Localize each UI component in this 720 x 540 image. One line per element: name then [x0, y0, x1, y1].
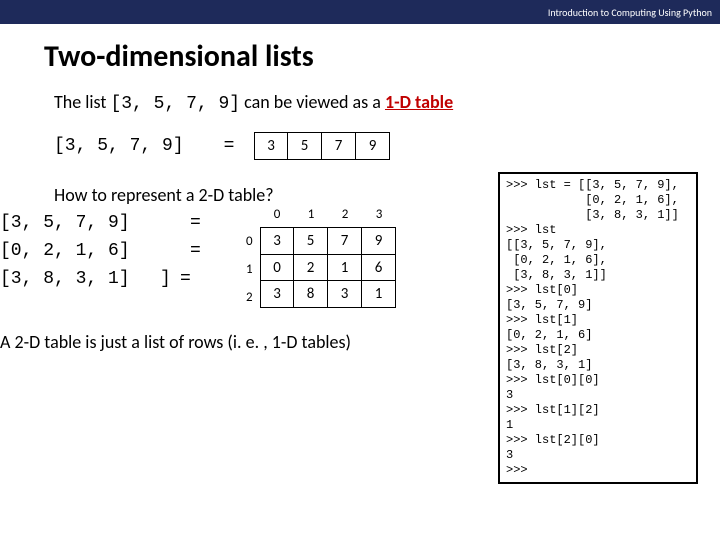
grid-row: 0 2 1 6	[260, 254, 396, 282]
top-bar: Introduction to Computing Using Python	[0, 0, 720, 24]
oned-cells: 3 5 7 9	[254, 132, 390, 160]
oned-eq: =	[204, 136, 254, 156]
oned-row: [3, 5, 7, 9] = 3 5 7 9	[54, 132, 720, 160]
cell: 3	[260, 280, 294, 308]
intro-line: The list [3, 5, 7, 9] can be viewed as a…	[54, 91, 720, 114]
cell: 7	[322, 132, 356, 160]
row-indices: 0 1 2	[246, 227, 253, 311]
cell: 1	[362, 280, 396, 308]
cell: 1	[328, 254, 362, 282]
cell: 6	[362, 254, 396, 282]
row-idx: 2	[246, 283, 253, 311]
row-code: [3, 8, 3, 1]	[0, 269, 130, 289]
eq: =	[180, 265, 191, 293]
footer-line: A 2-D table is just a list of rows (i. e…	[0, 331, 351, 353]
cell: 9	[356, 132, 390, 160]
row-code: [0, 2, 1, 6]	[0, 241, 130, 261]
repl-box: >>> lst = [[3, 5, 7, 9], [0, 2, 1, 6], […	[498, 172, 698, 484]
grid: 3 5 7 9 0 2 1 6 3 8 3 1	[260, 227, 396, 308]
oned-code: [3, 5, 7, 9]	[54, 136, 204, 156]
row-idx: 0	[246, 227, 253, 255]
grid-row: 3 8 3 1	[260, 280, 396, 308]
cell: 7	[328, 227, 362, 255]
eq: =	[190, 209, 201, 237]
cell: 3	[254, 132, 288, 160]
cell: 3	[328, 280, 362, 308]
course-title: Introduction to Computing Using Python	[548, 6, 712, 19]
cell: 5	[294, 227, 328, 255]
intro-link: 1-D table	[385, 91, 453, 113]
eq: =	[190, 237, 201, 265]
intro-mid: can be viewed as a	[240, 91, 385, 113]
cell: 3	[260, 227, 294, 255]
twod-code-block: [ [3, 5, 7, 9] = [0, 2, 1, 6] = [3, 8, 3…	[0, 209, 130, 293]
col-idx: 1	[294, 207, 328, 222]
cell: 2	[294, 254, 328, 282]
slide-title: Two-dimensional lists	[0, 24, 720, 91]
cell: 9	[362, 227, 396, 255]
bracket-close: ]	[160, 265, 171, 293]
col-idx: 3	[362, 207, 396, 222]
cell: 8	[294, 280, 328, 308]
cell: 0	[260, 254, 294, 282]
row-idx: 1	[246, 255, 253, 283]
col-idx: 2	[328, 207, 362, 222]
row-code: [3, 5, 7, 9]	[0, 213, 130, 233]
intro-pre: The list	[54, 91, 110, 113]
col-idx: 0	[260, 207, 294, 222]
intro-code: [3, 5, 7, 9]	[110, 94, 240, 114]
grid-row: 3 5 7 9	[260, 227, 396, 255]
col-indices: 0 1 2 3	[260, 207, 396, 222]
cell: 5	[288, 132, 322, 160]
